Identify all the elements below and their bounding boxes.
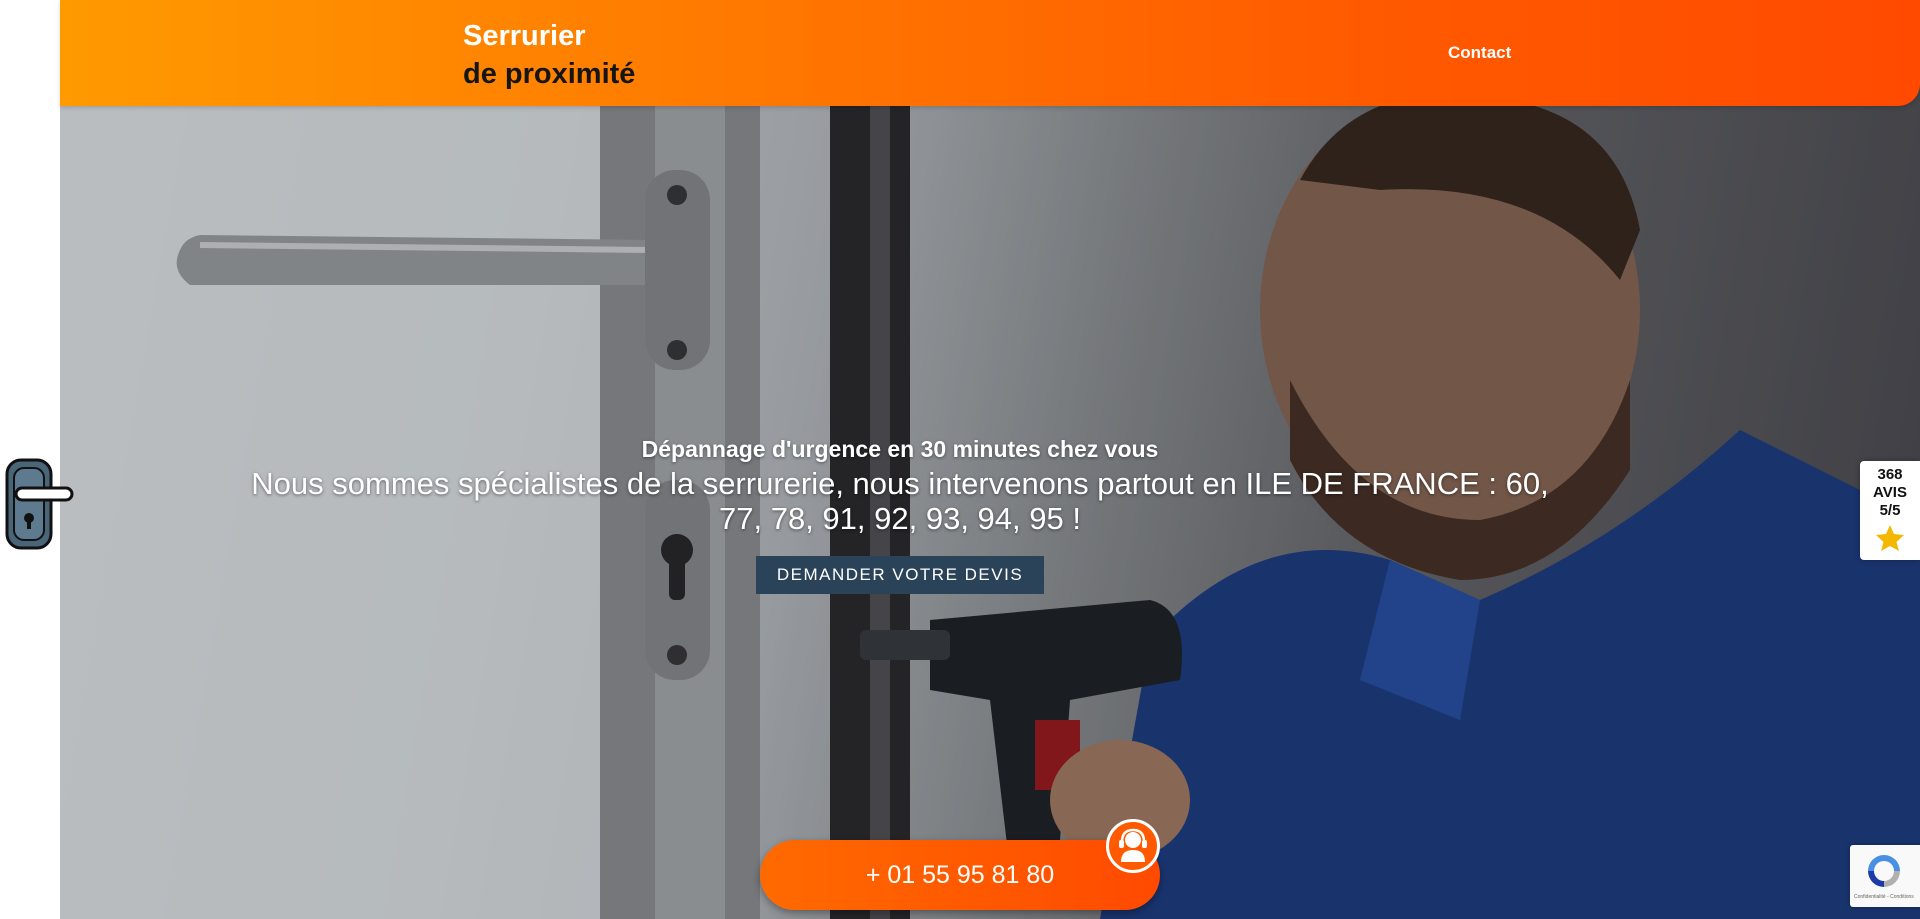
review-badge[interactable]: 368 AVIS 5/5 <box>1860 461 1920 560</box>
door-handle-icon <box>5 458 74 550</box>
brand-line-1: Serrurier <box>463 20 586 52</box>
nav-contact-link[interactable]: Contact <box>1448 43 1511 63</box>
hero-content: Dépannage d'urgence en 30 minutes chez v… <box>0 436 1800 594</box>
review-count: 368 <box>1877 466 1903 483</box>
recaptcha-links[interactable]: Confidentialité - Conditions <box>1854 894 1914 900</box>
hero-kicker: Dépannage d'urgence en 30 minutes chez v… <box>641 436 1159 462</box>
site-header: Serrurier de proximité Contact <box>60 0 1920 106</box>
brand-line-2: de proximité <box>463 58 636 90</box>
phone-call-button[interactable]: + 01 55 95 81 80 <box>760 840 1160 910</box>
review-label: AVIS <box>1873 484 1907 501</box>
support-agent-button[interactable] <box>1106 819 1160 873</box>
door-handle-widget[interactable] <box>2 458 74 554</box>
star-icon <box>1876 525 1904 551</box>
request-quote-button[interactable]: DEMANDER VOTRE DEVIS <box>755 556 1045 594</box>
recaptcha-badge[interactable]: Confidentialité - Conditions <box>1850 845 1920 907</box>
review-rating: 5/5 <box>1879 502 1901 519</box>
hero-lead: Nous sommes spécialistes de la serrureri… <box>251 466 1549 536</box>
brand-logo[interactable]: Serrurier de proximité <box>463 17 635 93</box>
page: Serrurier de proximité Contact Dépannage… <box>0 0 1920 919</box>
phone-number: + 01 55 95 81 80 <box>865 861 1055 889</box>
support-agent-icon <box>1119 828 1147 862</box>
recaptcha-icon <box>1868 855 1900 887</box>
